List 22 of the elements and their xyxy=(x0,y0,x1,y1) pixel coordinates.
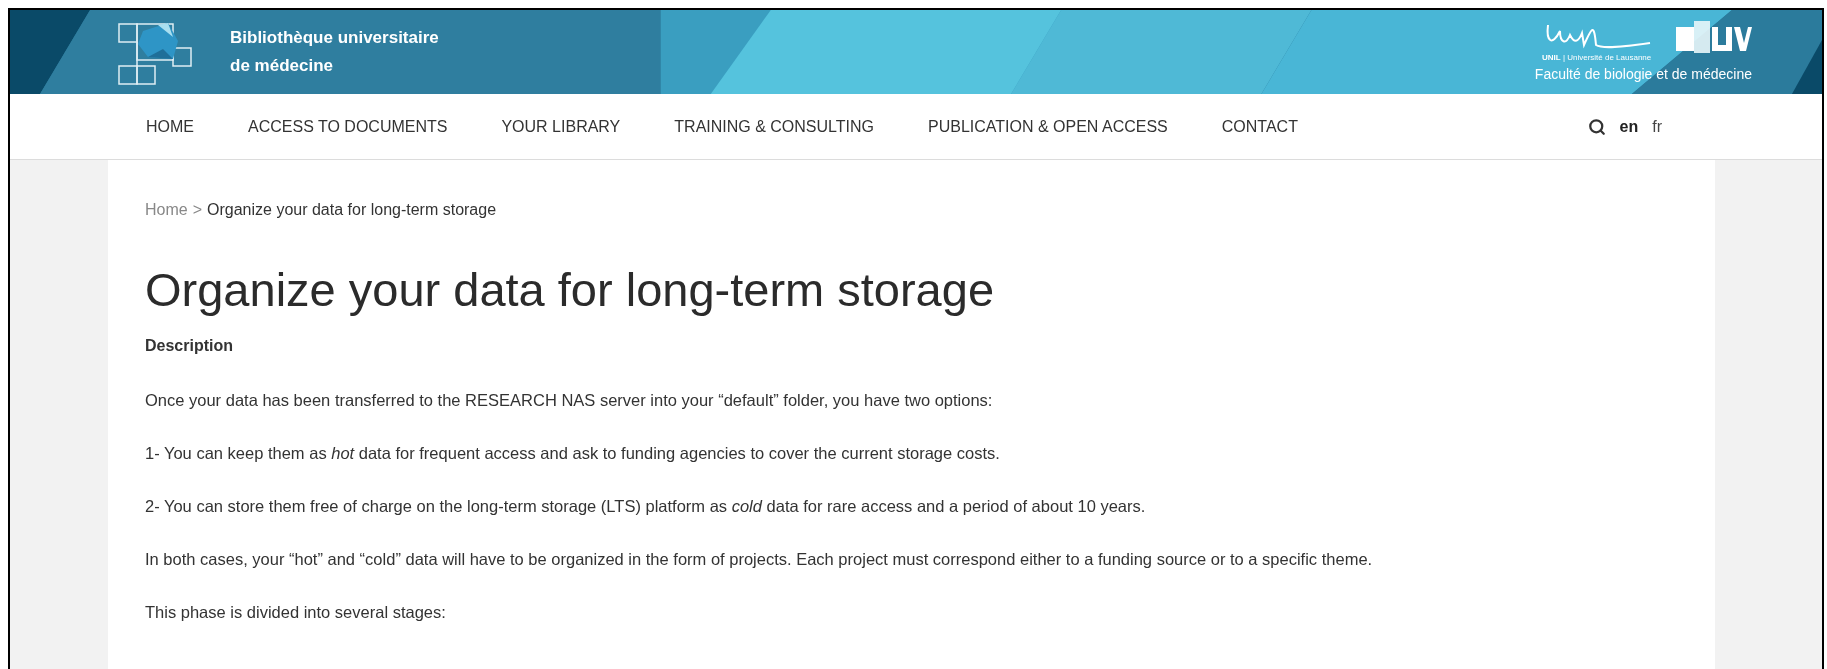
nav-link[interactable]: ACCESS TO DOCUMENTS xyxy=(248,114,448,139)
nav-link[interactable]: CONTACT xyxy=(1221,114,1298,139)
section-label: Description xyxy=(145,336,234,356)
paragraph: This phase is divided into several stages: xyxy=(145,602,447,623)
language-link[interactable]: fr xyxy=(1652,114,1662,139)
nav-link[interactable]: YOUR LIBRARY xyxy=(501,114,621,139)
paragraph: 1- You can keep them as hot data for frequent access and ask to funding agencies to cover the current storage costs. xyxy=(145,443,1001,464)
language-link[interactable]: en xyxy=(1619,114,1639,139)
breadcrumb-separator: > xyxy=(192,200,203,220)
paragraph: In both cases, your “hot” and “cold” data will have to be organized in the form of projects. Each project must correspond either to a funding source or to a specific theme. xyxy=(145,549,1374,570)
nav-link[interactable]: TRAINING & CONSULTING xyxy=(674,114,874,139)
nav-link[interactable]: PUBLICATION & OPEN ACCESS xyxy=(928,114,1168,139)
page-title: Organize your data for long-term storage xyxy=(145,262,996,318)
breadcrumb-current: Organize your data for long-term storage xyxy=(207,200,497,220)
paragraph: 2- You can store them free of charge on the long-term storage (LTS) platform as cold data for rare access and a period of about 10 years. xyxy=(145,496,1147,517)
paragraph: Once your data has been transferred to the RESEARCH NAS server into your “default” folder, you have two options: xyxy=(145,390,994,411)
breadcrumb-link[interactable]: Home xyxy=(145,198,188,222)
faculty-name: Faculté de biologie et de médecine xyxy=(1534,65,1752,83)
library-name: Bibliothèque universitaire xyxy=(230,27,439,49)
library-name: de médecine xyxy=(230,55,334,77)
university-caption: UNIL | Université de Lausanne xyxy=(1542,53,1652,63)
nav-link[interactable]: HOME xyxy=(146,114,194,139)
